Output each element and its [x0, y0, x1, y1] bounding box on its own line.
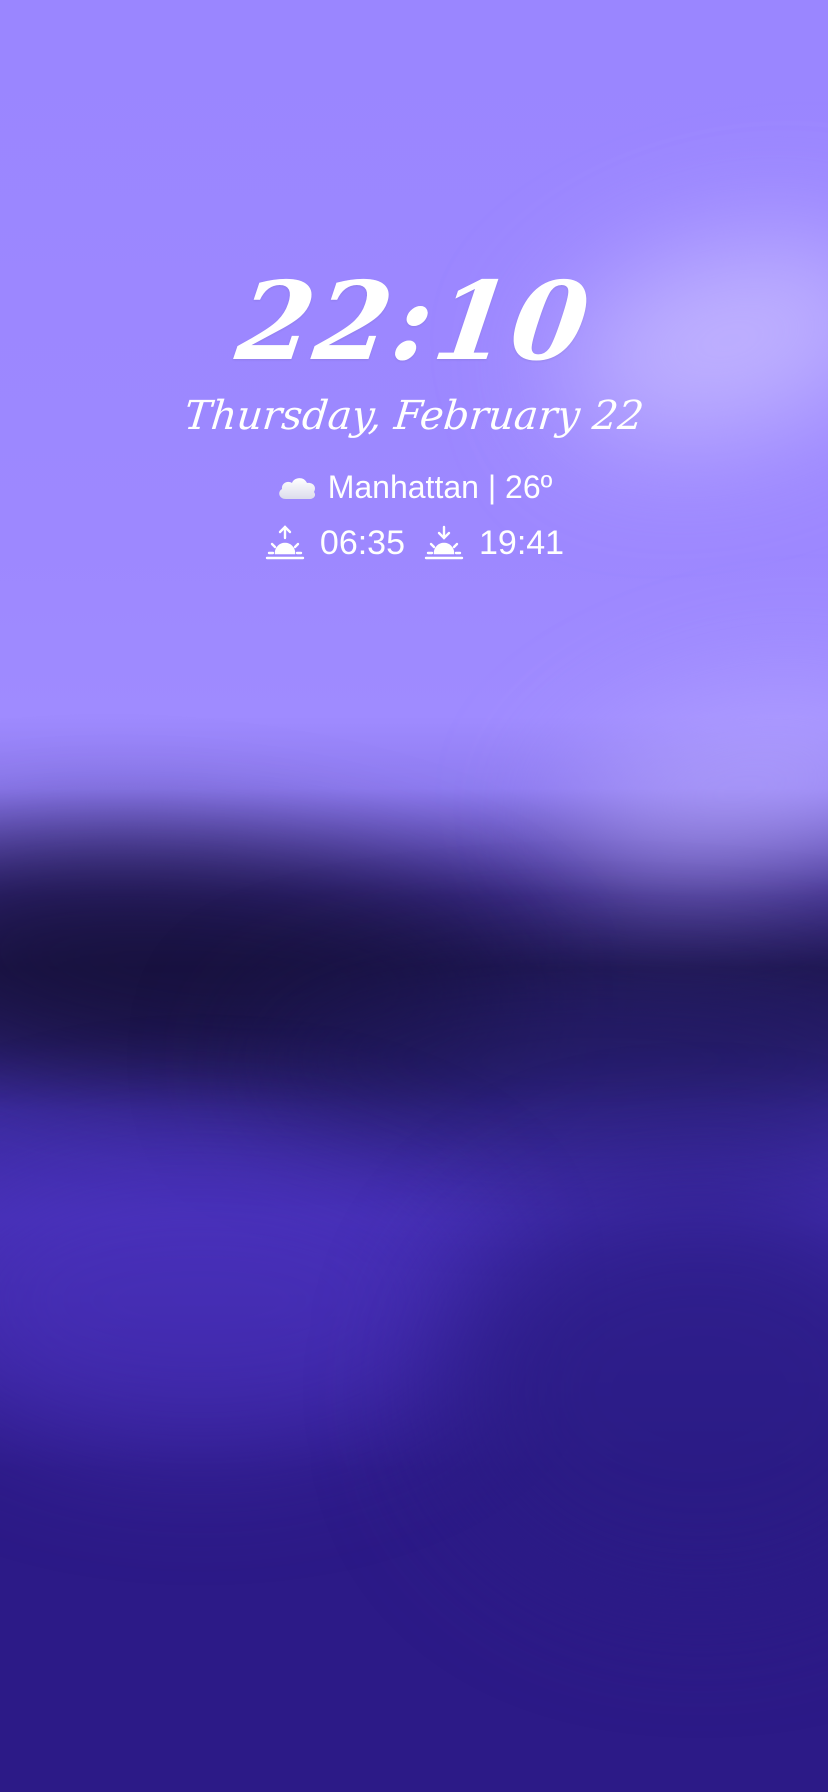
sun-times-widget: 06:35 19:41 [0, 518, 828, 568]
clock-date: Thursday, February 22 [182, 393, 646, 439]
sunrise-time: 06:35 [319, 523, 405, 562]
clock-time: 22:10 [229, 259, 599, 385]
weather-widget[interactable]: Manhattan | 26º [0, 462, 828, 512]
sunset-icon [423, 525, 465, 561]
sunrise-icon [264, 525, 306, 561]
cloud-icon [276, 472, 318, 502]
sunrise-group: 06:35 [264, 524, 405, 563]
weather-text: Manhattan | 26º [327, 468, 553, 505]
sunset-group: 19:41 [423, 524, 564, 563]
sunset-time: 19:41 [479, 523, 565, 562]
